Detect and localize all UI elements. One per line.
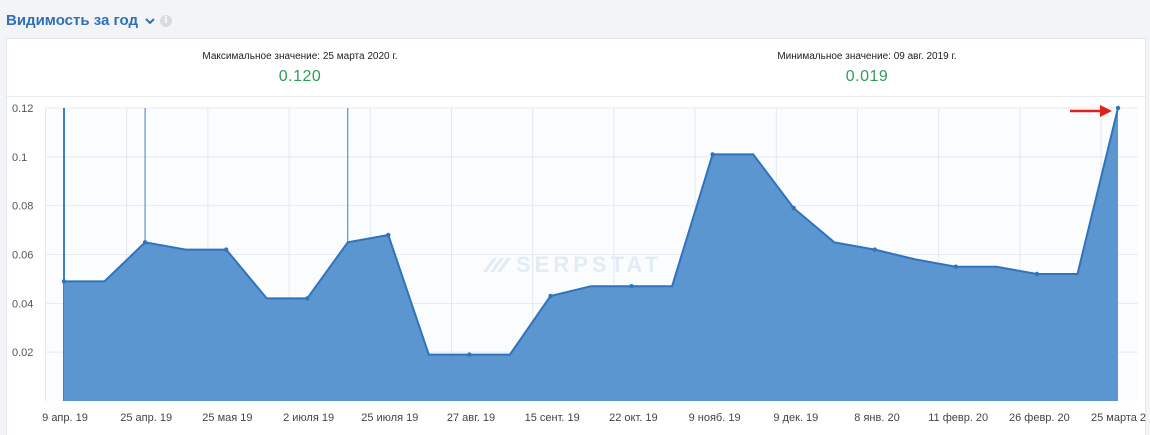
data-point <box>224 247 229 252</box>
x-axis: 9 апр. 19 25 апр. 19 25 мая 19 2 июля 19 25 … <box>42 412 1146 424</box>
x-tick-label: 9 апр. 19 <box>42 412 88 424</box>
data-point <box>305 296 310 301</box>
data-point <box>710 152 715 157</box>
x-tick-label: 26 февр. 20 <box>1009 412 1070 424</box>
x-tick-label: 2 июля 19 <box>283 412 334 424</box>
y-tick-label: 0.06 <box>12 250 33 262</box>
x-tick-label: 15 сент. 19 <box>525 412 580 424</box>
y-tick-label: 0.04 <box>12 298 33 310</box>
data-point <box>1115 105 1121 111</box>
x-tick-label: 25 июля 19 <box>361 412 418 424</box>
x-tick-label: 11 февр. 20 <box>928 412 988 424</box>
y-tick-label: 0.08 <box>12 201 33 213</box>
x-tick-label: 8 янв. 20 <box>854 412 899 424</box>
x-tick-label: 22 окт. 19 <box>609 412 658 424</box>
watermark-text: SERPSTAT <box>516 252 662 277</box>
data-point <box>953 264 958 269</box>
data-point <box>142 240 148 245</box>
y-tick-label: 0.02 <box>12 347 33 359</box>
data-point <box>1034 271 1040 277</box>
x-tick-label: 9 нояб. 19 <box>689 412 741 424</box>
data-point <box>548 293 553 299</box>
y-tick-label: 0.1 <box>12 152 27 164</box>
data-point <box>791 205 796 211</box>
x-tick-label: 27 авг. 19 <box>447 412 495 424</box>
data-point <box>872 247 877 252</box>
y-tick-label: 0.12 <box>12 103 33 115</box>
x-tick-label: 25 марта 2 <box>1091 412 1146 424</box>
x-tick-label: 9 дек. 19 <box>773 412 818 424</box>
data-point <box>386 232 391 238</box>
data-point <box>629 284 634 289</box>
data-point <box>61 279 67 284</box>
y-axis: 0.02 0.04 0.06 0.08 0.1 0.12 <box>12 103 33 359</box>
data-point <box>467 352 472 357</box>
x-tick-label: 25 апр. 19 <box>120 412 172 424</box>
visibility-chart[interactable]: SERPSTAT 0.02 0.04 0.06 0.08 0.1 0.12 9 апр. … <box>0 0 1150 434</box>
x-tick-label: 25 мая 19 <box>202 412 252 424</box>
